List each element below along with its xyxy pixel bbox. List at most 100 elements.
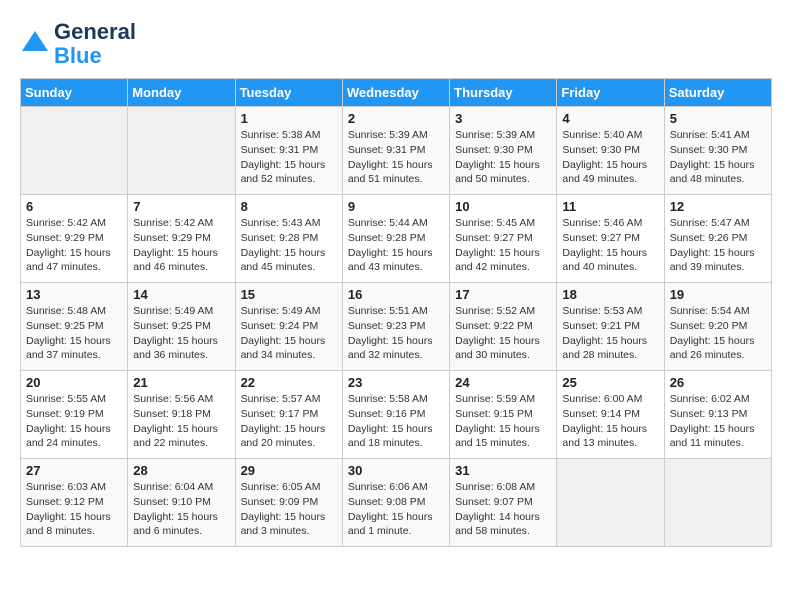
day-number: 10: [455, 199, 551, 214]
day-info: Sunrise: 5:41 AM Sunset: 9:30 PM Dayligh…: [670, 128, 766, 187]
day-number: 30: [348, 463, 444, 478]
calendar-cell: 19 Sunrise: 5:54 AM Sunset: 9:20 PM Dayli…: [664, 283, 771, 371]
day-number: 28: [133, 463, 229, 478]
day-info: Sunrise: 5:42 AM Sunset: 9:29 PM Dayligh…: [26, 216, 122, 275]
day-info: Sunrise: 5:42 AM Sunset: 9:29 PM Dayligh…: [133, 216, 229, 275]
calendar-cell: 23 Sunrise: 5:58 AM Sunset: 9:16 PM Dayli…: [342, 371, 449, 459]
day-number: 2: [348, 111, 444, 126]
calendar-cell: 2 Sunrise: 5:39 AM Sunset: 9:31 PM Daylig…: [342, 107, 449, 195]
day-info: Sunrise: 5:45 AM Sunset: 9:27 PM Dayligh…: [455, 216, 551, 275]
calendar-cell: 1Sunrise: 5:38 AM Sunset: 9:31 PM Daylig…: [235, 107, 342, 195]
day-info: Sunrise: 5:44 AM Sunset: 9:28 PM Dayligh…: [348, 216, 444, 275]
weekday-header-thursday: Thursday: [450, 79, 557, 107]
calendar-cell: [557, 459, 664, 547]
day-number: 15: [241, 287, 337, 302]
day-number: 8: [241, 199, 337, 214]
calendar-cell: 15 Sunrise: 5:49 AM Sunset: 9:24 PM Dayli…: [235, 283, 342, 371]
day-number: 19: [670, 287, 766, 302]
day-info: Sunrise: 6:00 AM Sunset: 9:14 PM Dayligh…: [562, 392, 658, 451]
day-info: Sunrise: 5:47 AM Sunset: 9:26 PM Dayligh…: [670, 216, 766, 275]
weekday-header-wednesday: Wednesday: [342, 79, 449, 107]
calendar-cell: 9Sunrise: 5:44 AM Sunset: 9:28 PM Daylig…: [342, 195, 449, 283]
weekday-header-friday: Friday: [557, 79, 664, 107]
page-header: General Blue: [20, 20, 772, 68]
calendar-cell: 13 Sunrise: 5:48 AM Sunset: 9:25 PM Dayli…: [21, 283, 128, 371]
day-info: Sunrise: 6:02 AM Sunset: 9:13 PM Dayligh…: [670, 392, 766, 451]
day-number: 18: [562, 287, 658, 302]
calendar-cell: 30Sunrise: 6:06 AM Sunset: 9:08 PM Dayli…: [342, 459, 449, 547]
day-info: Sunrise: 5:54 AM Sunset: 9:20 PM Dayligh…: [670, 304, 766, 363]
calendar-cell: 27 Sunrise: 6:03 AM Sunset: 9:12 PM Dayli…: [21, 459, 128, 547]
calendar-cell: 17 Sunrise: 5:52 AM Sunset: 9:22 PM Dayli…: [450, 283, 557, 371]
day-number: 27: [26, 463, 122, 478]
logo-text: General Blue: [54, 20, 136, 68]
calendar-cell: 10 Sunrise: 5:45 AM Sunset: 9:27 PM Dayli…: [450, 195, 557, 283]
day-info: Sunrise: 5:43 AM Sunset: 9:28 PM Dayligh…: [241, 216, 337, 275]
day-number: 22: [241, 375, 337, 390]
calendar-cell: 24 Sunrise: 5:59 AM Sunset: 9:15 PM Dayli…: [450, 371, 557, 459]
calendar-cell: [664, 459, 771, 547]
day-info: Sunrise: 5:58 AM Sunset: 9:16 PM Dayligh…: [348, 392, 444, 451]
calendar-cell: 20 Sunrise: 5:55 AM Sunset: 9:19 PM Dayli…: [21, 371, 128, 459]
calendar-cell: 12 Sunrise: 5:47 AM Sunset: 9:26 PM Dayli…: [664, 195, 771, 283]
day-info: Sunrise: 6:04 AM Sunset: 9:10 PM Dayligh…: [133, 480, 229, 539]
calendar-cell: 26 Sunrise: 6:02 AM Sunset: 9:13 PM Dayli…: [664, 371, 771, 459]
calendar-week-1: 6 Sunrise: 5:42 AM Sunset: 9:29 PM Daylig…: [21, 195, 772, 283]
calendar-body: 1Sunrise: 5:38 AM Sunset: 9:31 PM Daylig…: [21, 107, 772, 547]
day-number: 26: [670, 375, 766, 390]
day-info: Sunrise: 6:08 AM Sunset: 9:07 PM Dayligh…: [455, 480, 551, 539]
calendar-week-3: 20 Sunrise: 5:55 AM Sunset: 9:19 PM Dayli…: [21, 371, 772, 459]
day-info: Sunrise: 5:55 AM Sunset: 9:19 PM Dayligh…: [26, 392, 122, 451]
day-info: Sunrise: 5:39 AM Sunset: 9:30 PM Dayligh…: [455, 128, 551, 187]
weekday-header-monday: Monday: [128, 79, 235, 107]
day-number: 21: [133, 375, 229, 390]
day-number: 4: [562, 111, 658, 126]
calendar-cell: 28 Sunrise: 6:04 AM Sunset: 9:10 PM Dayli…: [128, 459, 235, 547]
calendar-cell: 5 Sunrise: 5:41 AM Sunset: 9:30 PM Daylig…: [664, 107, 771, 195]
day-number: 31: [455, 463, 551, 478]
day-number: 7: [133, 199, 229, 214]
day-number: 13: [26, 287, 122, 302]
day-info: Sunrise: 5:52 AM Sunset: 9:22 PM Dayligh…: [455, 304, 551, 363]
logo-icon: [20, 29, 50, 59]
day-info: Sunrise: 5:59 AM Sunset: 9:15 PM Dayligh…: [455, 392, 551, 451]
day-info: Sunrise: 5:39 AM Sunset: 9:31 PM Dayligh…: [348, 128, 444, 187]
day-number: 12: [670, 199, 766, 214]
day-info: Sunrise: 5:53 AM Sunset: 9:21 PM Dayligh…: [562, 304, 658, 363]
day-number: 24: [455, 375, 551, 390]
day-number: 16: [348, 287, 444, 302]
calendar-cell: 6 Sunrise: 5:42 AM Sunset: 9:29 PM Daylig…: [21, 195, 128, 283]
day-number: 5: [670, 111, 766, 126]
calendar-cell: 29Sunrise: 6:05 AM Sunset: 9:09 PM Dayli…: [235, 459, 342, 547]
day-info: Sunrise: 5:49 AM Sunset: 9:24 PM Dayligh…: [241, 304, 337, 363]
day-number: 23: [348, 375, 444, 390]
weekday-header-row: SundayMondayTuesdayWednesdayThursdayFrid…: [21, 79, 772, 107]
day-info: Sunrise: 5:51 AM Sunset: 9:23 PM Dayligh…: [348, 304, 444, 363]
day-info: Sunrise: 6:05 AM Sunset: 9:09 PM Dayligh…: [241, 480, 337, 539]
calendar-cell: 25Sunrise: 6:00 AM Sunset: 9:14 PM Dayli…: [557, 371, 664, 459]
day-info: Sunrise: 6:03 AM Sunset: 9:12 PM Dayligh…: [26, 480, 122, 539]
day-info: Sunrise: 5:38 AM Sunset: 9:31 PM Dayligh…: [241, 128, 337, 187]
calendar-cell: 14Sunrise: 5:49 AM Sunset: 9:25 PM Dayli…: [128, 283, 235, 371]
calendar-cell: [128, 107, 235, 195]
weekday-header-sunday: Sunday: [21, 79, 128, 107]
day-info: Sunrise: 5:57 AM Sunset: 9:17 PM Dayligh…: [241, 392, 337, 451]
calendar-cell: 16 Sunrise: 5:51 AM Sunset: 9:23 PM Dayli…: [342, 283, 449, 371]
day-info: Sunrise: 5:56 AM Sunset: 9:18 PM Dayligh…: [133, 392, 229, 451]
calendar-cell: 18 Sunrise: 5:53 AM Sunset: 9:21 PM Dayli…: [557, 283, 664, 371]
day-info: Sunrise: 5:40 AM Sunset: 9:30 PM Dayligh…: [562, 128, 658, 187]
day-info: Sunrise: 5:48 AM Sunset: 9:25 PM Dayligh…: [26, 304, 122, 363]
day-number: 6: [26, 199, 122, 214]
day-number: 11: [562, 199, 658, 214]
day-number: 3: [455, 111, 551, 126]
day-number: 20: [26, 375, 122, 390]
logo: General Blue: [20, 20, 136, 68]
day-number: 17: [455, 287, 551, 302]
calendar-cell: 31 Sunrise: 6:08 AM Sunset: 9:07 PM Dayli…: [450, 459, 557, 547]
calendar-cell: 21 Sunrise: 5:56 AM Sunset: 9:18 PM Dayli…: [128, 371, 235, 459]
calendar-cell: 22 Sunrise: 5:57 AM Sunset: 9:17 PM Dayli…: [235, 371, 342, 459]
calendar-week-0: 1Sunrise: 5:38 AM Sunset: 9:31 PM Daylig…: [21, 107, 772, 195]
day-info: Sunrise: 5:49 AM Sunset: 9:25 PM Dayligh…: [133, 304, 229, 363]
calendar-week-4: 27 Sunrise: 6:03 AM Sunset: 9:12 PM Dayli…: [21, 459, 772, 547]
calendar-cell: 7 Sunrise: 5:42 AM Sunset: 9:29 PM Daylig…: [128, 195, 235, 283]
